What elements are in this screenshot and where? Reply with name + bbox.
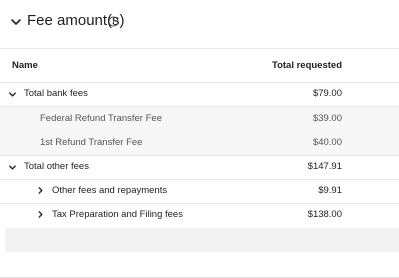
chevron-right-icon[interactable] (36, 186, 45, 195)
table-row-tax-preparation-and-filing-fees[interactable]: Tax Preparation and Filing fees $138.00 (0, 203, 399, 227)
row-amount: $138.00 (307, 209, 342, 220)
table-header-row: Name Total requested (0, 54, 399, 78)
chevron-down-icon[interactable] (10, 16, 22, 28)
info-circle-icon[interactable] (108, 16, 119, 27)
column-header-total-requested: Total requested (271, 60, 342, 71)
row-label: Total bank fees (24, 88, 88, 99)
divider (0, 48, 399, 49)
row-amount: $79.00 (312, 88, 342, 99)
table-row-other-fees-and-repayments[interactable]: Other fees and repayments $9.91 (0, 179, 399, 203)
row-label: Total other fees (24, 161, 89, 172)
chevron-down-icon[interactable] (8, 163, 17, 172)
column-header-name: Name (12, 60, 38, 71)
table-row-total-bank-fees[interactable]: Total bank fees $79.00 (0, 82, 399, 106)
table-row-total-other-fees[interactable]: Total other fees $147.91 (0, 155, 399, 179)
table-row-1st-refund-transfer-fee: 1st Refund Transfer Fee $40.00 (0, 131, 399, 155)
table-footer-block (5, 228, 399, 252)
row-label: 1st Refund Transfer Fee (40, 137, 143, 148)
row-amount: $147.91 (307, 161, 342, 172)
fee-section-header[interactable]: Fee amount(s) (0, 0, 399, 46)
table-row-federal-refund-transfer-fee: Federal Refund Transfer Fee $39.00 (0, 107, 399, 131)
row-amount: $39.00 (312, 113, 342, 124)
row-label: Tax Preparation and Filing fees (52, 209, 183, 220)
row-label: Federal Refund Transfer Fee (40, 113, 162, 124)
row-amount: $9.91 (318, 185, 342, 196)
chevron-right-icon[interactable] (36, 210, 45, 219)
row-amount: $40.00 (312, 137, 342, 148)
chevron-down-icon[interactable] (8, 90, 17, 99)
row-label: Other fees and repayments (52, 185, 168, 196)
